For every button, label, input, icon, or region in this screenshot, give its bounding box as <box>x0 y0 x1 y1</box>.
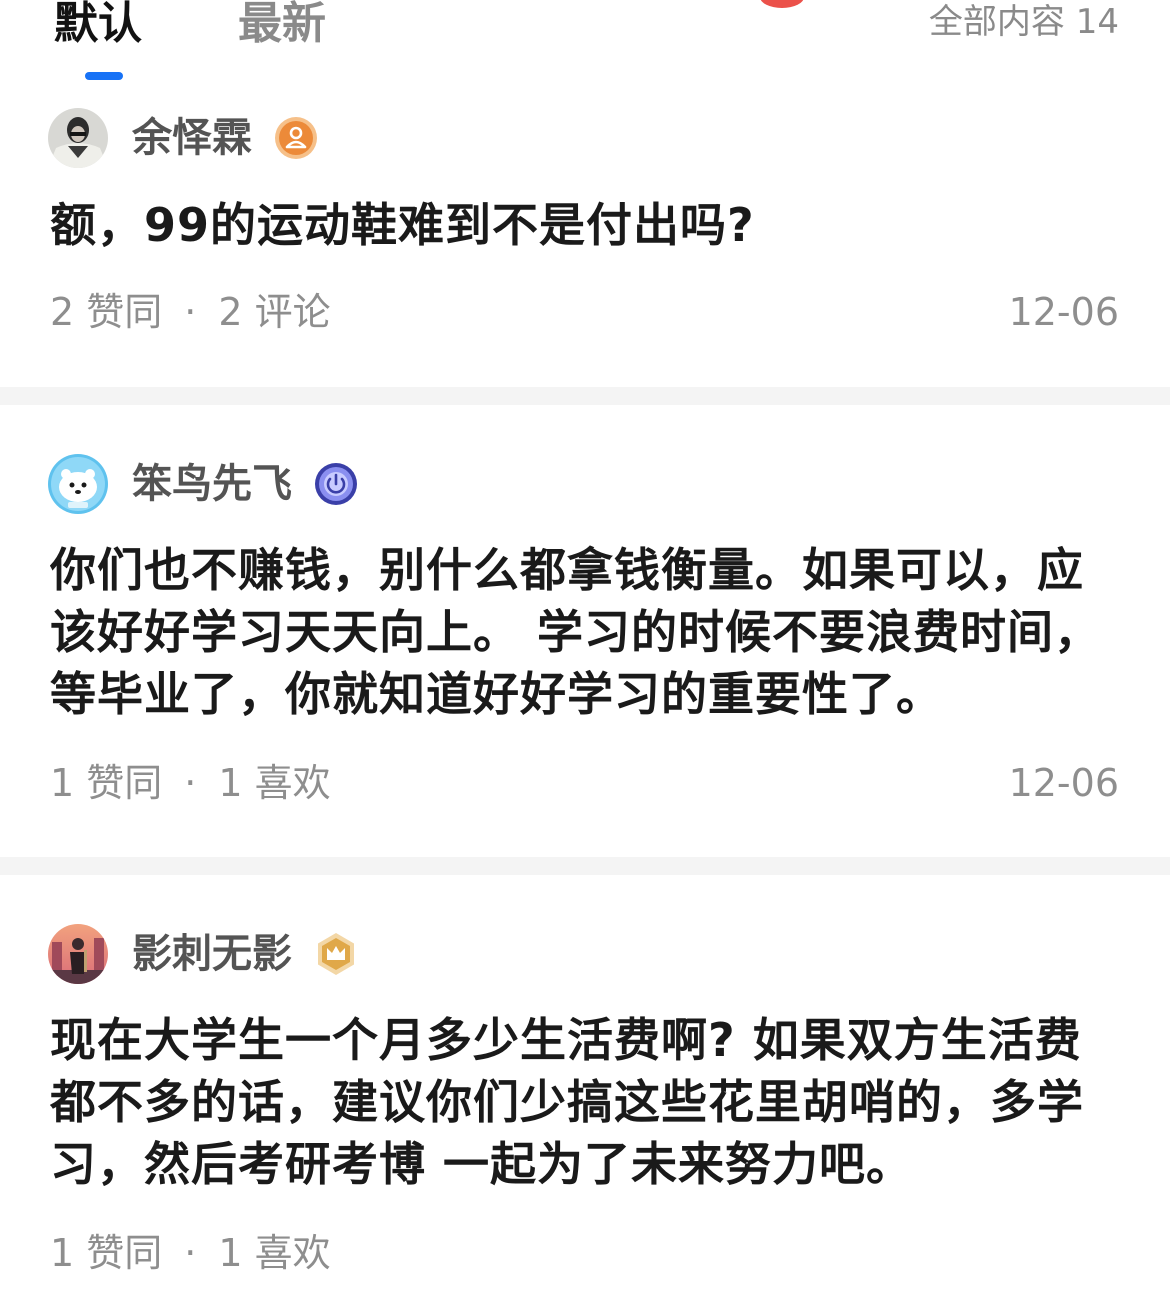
answer-stats: 1 赞同 · 1 喜欢 <box>50 1231 331 1275</box>
crown-badge-icon <box>318 933 354 975</box>
tab-bar: 默认 最新 全部内容 14 <box>0 0 1170 92</box>
card-divider <box>0 387 1170 405</box>
answer-card[interactable]: 影刺无影 现在大学生一个月多少生活费啊? 如果双方生活费都不多的话，建议你们少搞… <box>0 875 1170 1306</box>
total-count-filter[interactable]: 全部内容 14 <box>929 2 1119 42</box>
separator-dot: · <box>184 1231 197 1275</box>
author-row[interactable]: 影刺无影 <box>48 923 358 985</box>
answer-card[interactable]: 笨鸟先飞 你们也不赚钱，别什么都拿钱衡量。如果可以，应该好好学习天天向上。 学习… <box>0 405 1170 857</box>
answer-text[interactable]: 现在大学生一个月多少生活费啊? 如果双方生活费都不多的话，建议你们少搞这些花里胡… <box>50 1009 1120 1195</box>
author-row[interactable]: 笨鸟先飞 <box>48 453 358 515</box>
answer-stats: 1 赞同 · 1 喜欢 <box>50 761 331 805</box>
author-row[interactable]: 余怿霖 <box>48 107 318 169</box>
favorite-count[interactable]: 1 喜欢 <box>218 1231 330 1275</box>
tab-default[interactable]: 默认 <box>54 0 142 50</box>
answer-stats: 2 赞同 · 2 评论 <box>50 290 331 334</box>
tab-latest[interactable]: 最新 <box>238 0 326 50</box>
answer-date: 12-06 <box>1008 290 1119 334</box>
favorite-count[interactable]: 1 喜欢 <box>218 761 330 805</box>
answer-text[interactable]: 额，99的运动鞋难到不是付出吗? <box>50 194 1120 256</box>
like-count[interactable]: 1 赞同 <box>50 761 162 805</box>
answer-card[interactable]: 余怿霖 额，99的运动鞋难到不是付出吗? 2 赞同 · 2 评论 12-06 <box>0 92 1170 387</box>
card-divider <box>0 857 1170 875</box>
comment-count[interactable]: 2 评论 <box>218 290 330 334</box>
like-count[interactable]: 2 赞同 <box>50 290 162 334</box>
like-count[interactable]: 1 赞同 <box>50 1231 162 1275</box>
answer-text[interactable]: 你们也不赚钱，别什么都拿钱衡量。如果可以，应该好好学习天天向上。 学习的时候不要… <box>50 539 1120 725</box>
avatar[interactable] <box>48 454 108 514</box>
separator-dot: · <box>184 290 197 334</box>
decorative-sticker-icon <box>760 0 804 8</box>
author-name[interactable]: 笨鸟先飞 <box>132 460 292 508</box>
author-name[interactable]: 影刺无影 <box>132 930 292 978</box>
power-badge-icon <box>315 463 357 505</box>
person-badge-icon <box>275 117 317 159</box>
separator-dot: · <box>184 761 197 805</box>
active-tab-indicator <box>85 72 123 80</box>
author-name[interactable]: 余怿霖 <box>132 114 252 162</box>
answer-date: 12-06 <box>1008 761 1119 805</box>
avatar[interactable] <box>48 108 108 168</box>
avatar[interactable] <box>48 924 108 984</box>
